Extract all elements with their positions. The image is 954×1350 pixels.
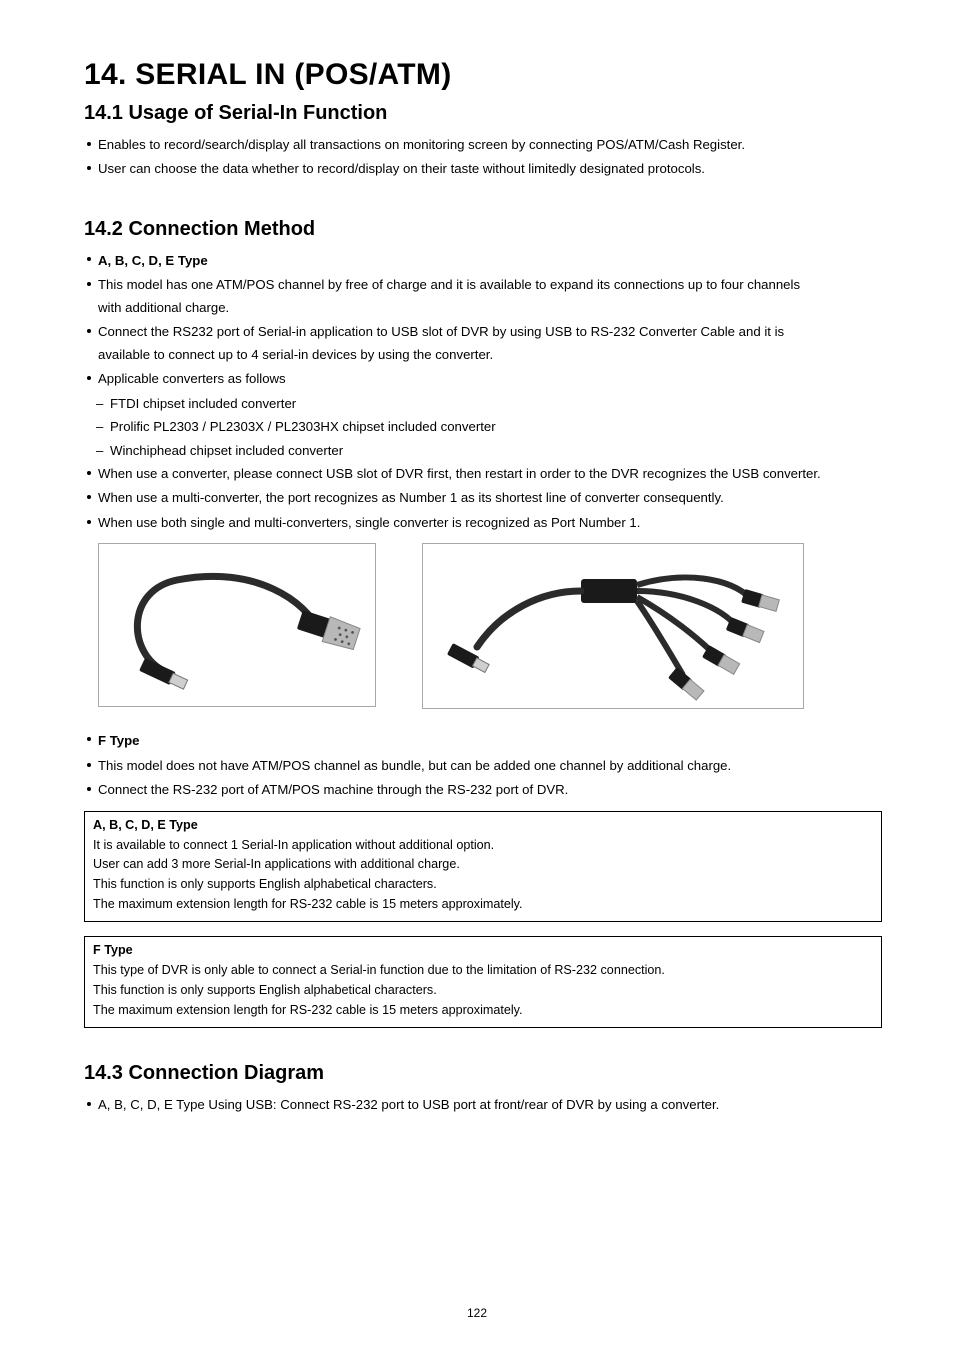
type-f-title: F Type — [84, 731, 882, 751]
note-box-abcde-title: A, B, C, D, E Type — [93, 816, 873, 836]
note-box-f: F Type This type of DVR is only able to … — [84, 936, 882, 1028]
note-box-abcde-l3: This function is only supports English a… — [93, 875, 873, 895]
converter-prolific: Prolific PL2303 / PL2303X / PL2303HX chi… — [84, 417, 882, 437]
figure-row — [84, 543, 882, 709]
abcde-line-2a: Connect the RS232 port of Serial-in appl… — [84, 322, 882, 342]
note-box-abcde: A, B, C, D, E Type It is available to co… — [84, 811, 882, 922]
abcde-line-3: Applicable converters as follows — [84, 369, 882, 389]
abcde-line-4: When use a converter, please connect USB… — [84, 464, 882, 484]
heading-14-3: 14.3 Connection Diagram — [84, 1062, 882, 1085]
figure-multi-converter — [422, 543, 804, 709]
abcde-line-1b: with additional charge. — [84, 298, 882, 318]
section-title-14: 14. SERIAL IN (POS/ATM) — [84, 58, 882, 92]
f-line-2: Connect the RS-232 port of ATM/POS machi… — [84, 780, 882, 800]
figure-single-converter — [98, 543, 376, 707]
abcde-line-5: When use a multi-converter, the port rec… — [84, 488, 882, 508]
abcde-line-6: When use both single and multi-converter… — [84, 513, 882, 533]
heading-14-1: 14.1 Usage of Serial-In Function — [84, 102, 882, 125]
note-box-f-l3: The maximum extension length for RS-232 … — [93, 1001, 873, 1021]
abcde-line-2b: available to connect up to 4 serial-in d… — [84, 345, 882, 365]
converter-ftdi: FTDI chipset included converter — [84, 394, 882, 414]
converter-winchiphead: Winchiphead chipset included converter — [84, 441, 882, 461]
note-box-abcde-l1: It is available to connect 1 Serial-In a… — [93, 836, 873, 856]
note-box-abcde-l2: User can add 3 more Serial-In applicatio… — [93, 855, 873, 875]
usage-bullet-1: Enables to record/search/display all tra… — [84, 135, 882, 155]
heading-14-2: 14.2 Connection Method — [84, 218, 882, 241]
note-box-f-l2: This function is only supports English a… — [93, 981, 873, 1001]
diagram-bullet-1: A, B, C, D, E Type Using USB: Connect RS… — [84, 1095, 882, 1115]
abcde-line-1a: This model has one ATM/POS channel by fr… — [84, 275, 882, 295]
note-box-f-title: F Type — [93, 941, 873, 961]
f-line-1: This model does not have ATM/POS channel… — [84, 756, 882, 776]
page-number: 122 — [0, 1306, 954, 1320]
note-box-f-l1: This type of DVR is only able to connect… — [93, 961, 873, 981]
usage-bullet-2: User can choose the data whether to reco… — [84, 159, 882, 179]
type-abcde-title: A, B, C, D, E Type — [84, 251, 882, 271]
note-box-abcde-l4: The maximum extension length for RS-232 … — [93, 895, 873, 915]
